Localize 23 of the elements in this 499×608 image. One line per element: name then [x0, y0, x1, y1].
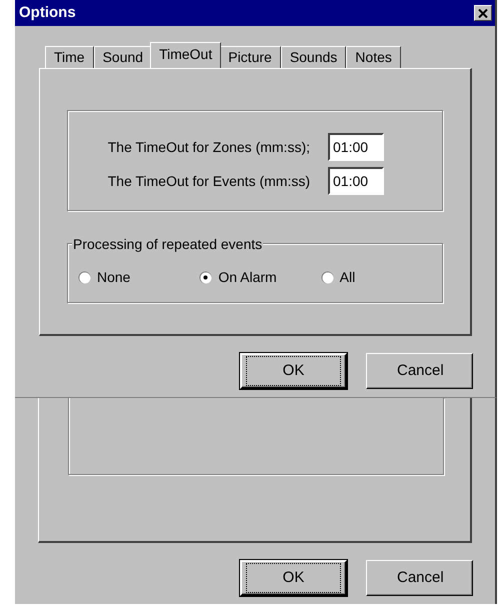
tab[interactable]: Picture: [219, 46, 281, 68]
radio-button[interactable]: [199, 271, 212, 284]
tab[interactable]: TimeOut: [150, 42, 222, 68]
tab[interactable]: Sounds: [280, 46, 346, 68]
time-field[interactable]: 01:00: [328, 133, 384, 161]
field-label: The TimeOut for Events (mm:ss): [108, 172, 310, 191]
dialog-button[interactable]: OK: [240, 353, 347, 389]
tab[interactable]: Time: [45, 46, 94, 68]
close-button[interactable]: [474, 5, 492, 21]
radio-label[interactable]: All: [340, 267, 356, 288]
field-label: The TimeOut for Zones (mm:ss);: [108, 138, 310, 157]
dialog-button[interactable]: Cancel: [366, 353, 473, 389]
radio-button[interactable]: [78, 271, 91, 284]
window-title: Options: [19, 2, 76, 23]
dialog-button[interactable]: Cancel: [366, 560, 473, 596]
dialog-button[interactable]: OK: [240, 560, 347, 596]
close-icon: [478, 8, 488, 18]
radio-button[interactable]: [320, 271, 334, 284]
radio-label[interactable]: On Alarm: [218, 267, 277, 288]
time-field[interactable]: 01:00: [328, 167, 384, 195]
tab[interactable]: Notes: [346, 46, 401, 68]
radio-label[interactable]: None: [97, 267, 130, 288]
tab[interactable]: Sound: [94, 46, 152, 68]
